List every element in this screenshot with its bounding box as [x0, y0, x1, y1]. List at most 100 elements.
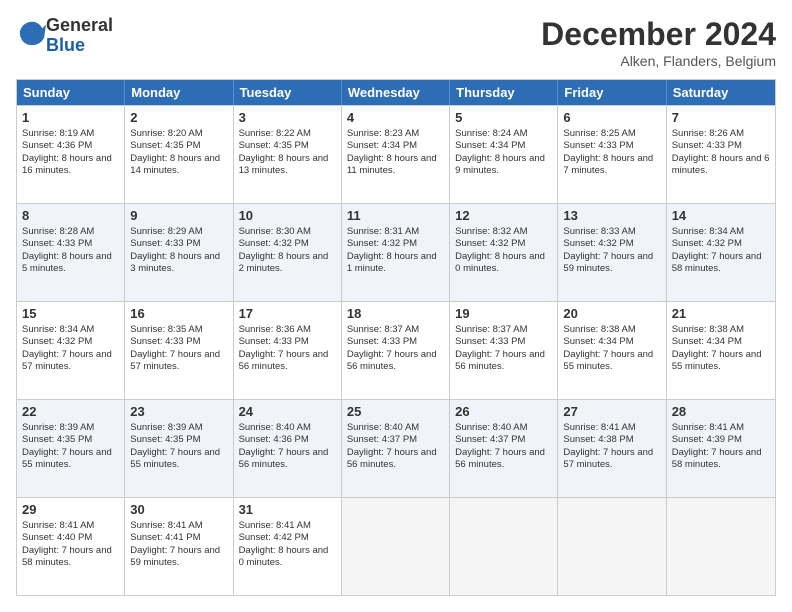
- title-block: December 2024 Alken, Flanders, Belgium: [541, 16, 776, 69]
- day-number: 20: [563, 306, 660, 323]
- day-number: 2: [130, 110, 227, 127]
- day-info: Sunrise: 8:28 AM Sunset: 4:33 PM Dayligh…: [22, 226, 112, 274]
- day-info: Sunrise: 8:29 AM Sunset: 4:33 PM Dayligh…: [130, 226, 220, 274]
- header-saturday: Saturday: [667, 80, 775, 105]
- day-info: Sunrise: 8:41 AM Sunset: 4:40 PM Dayligh…: [22, 520, 112, 568]
- day-number: 31: [239, 502, 336, 519]
- day-info: Sunrise: 8:22 AM Sunset: 4:35 PM Dayligh…: [239, 128, 329, 176]
- day-number: 1: [22, 110, 119, 127]
- day-info: Sunrise: 8:39 AM Sunset: 4:35 PM Dayligh…: [130, 422, 220, 470]
- day-number: 28: [672, 404, 770, 421]
- calendar-cell: 10Sunrise: 8:30 AM Sunset: 4:32 PM Dayli…: [234, 204, 342, 301]
- day-info: Sunrise: 8:34 AM Sunset: 4:32 PM Dayligh…: [22, 324, 112, 372]
- logo-blue: Blue: [46, 35, 85, 55]
- calendar-week-5: 29Sunrise: 8:41 AM Sunset: 4:40 PM Dayli…: [17, 497, 775, 595]
- logo: General Blue: [16, 16, 113, 56]
- calendar-cell: 27Sunrise: 8:41 AM Sunset: 4:38 PM Dayli…: [558, 400, 666, 497]
- calendar-week-3: 15Sunrise: 8:34 AM Sunset: 4:32 PM Dayli…: [17, 301, 775, 399]
- calendar-page: General Blue December 2024 Alken, Flande…: [0, 0, 792, 612]
- day-info: Sunrise: 8:40 AM Sunset: 4:37 PM Dayligh…: [347, 422, 437, 470]
- calendar-cell: 2Sunrise: 8:20 AM Sunset: 4:35 PM Daylig…: [125, 106, 233, 203]
- calendar-week-1: 1Sunrise: 8:19 AM Sunset: 4:36 PM Daylig…: [17, 105, 775, 203]
- day-number: 30: [130, 502, 227, 519]
- day-info: Sunrise: 8:37 AM Sunset: 4:33 PM Dayligh…: [347, 324, 437, 372]
- calendar-cell: 16Sunrise: 8:35 AM Sunset: 4:33 PM Dayli…: [125, 302, 233, 399]
- calendar-cell: 18Sunrise: 8:37 AM Sunset: 4:33 PM Dayli…: [342, 302, 450, 399]
- location: Alken, Flanders, Belgium: [541, 53, 776, 69]
- header-friday: Friday: [558, 80, 666, 105]
- calendar-cell: 17Sunrise: 8:36 AM Sunset: 4:33 PM Dayli…: [234, 302, 342, 399]
- day-number: 24: [239, 404, 336, 421]
- day-info: Sunrise: 8:19 AM Sunset: 4:36 PM Dayligh…: [22, 128, 112, 176]
- calendar-cell: 4Sunrise: 8:23 AM Sunset: 4:34 PM Daylig…: [342, 106, 450, 203]
- day-number: 29: [22, 502, 119, 519]
- calendar-cell: 9Sunrise: 8:29 AM Sunset: 4:33 PM Daylig…: [125, 204, 233, 301]
- day-number: 17: [239, 306, 336, 323]
- calendar-cell: [342, 498, 450, 595]
- day-info: Sunrise: 8:39 AM Sunset: 4:35 PM Dayligh…: [22, 422, 112, 470]
- calendar-cell: 3Sunrise: 8:22 AM Sunset: 4:35 PM Daylig…: [234, 106, 342, 203]
- day-info: Sunrise: 8:41 AM Sunset: 4:38 PM Dayligh…: [563, 422, 653, 470]
- header-monday: Monday: [125, 80, 233, 105]
- day-info: Sunrise: 8:41 AM Sunset: 4:41 PM Dayligh…: [130, 520, 220, 568]
- day-info: Sunrise: 8:40 AM Sunset: 4:36 PM Dayligh…: [239, 422, 329, 470]
- day-info: Sunrise: 8:23 AM Sunset: 4:34 PM Dayligh…: [347, 128, 437, 176]
- calendar-cell: 19Sunrise: 8:37 AM Sunset: 4:33 PM Dayli…: [450, 302, 558, 399]
- day-number: 11: [347, 208, 444, 225]
- day-info: Sunrise: 8:31 AM Sunset: 4:32 PM Dayligh…: [347, 226, 437, 274]
- day-number: 22: [22, 404, 119, 421]
- day-info: Sunrise: 8:41 AM Sunset: 4:42 PM Dayligh…: [239, 520, 329, 568]
- calendar-cell: 14Sunrise: 8:34 AM Sunset: 4:32 PM Dayli…: [667, 204, 775, 301]
- header-sunday: Sunday: [17, 80, 125, 105]
- day-number: 3: [239, 110, 336, 127]
- calendar-cell: 25Sunrise: 8:40 AM Sunset: 4:37 PM Dayli…: [342, 400, 450, 497]
- day-number: 12: [455, 208, 552, 225]
- calendar-cell: 12Sunrise: 8:32 AM Sunset: 4:32 PM Dayli…: [450, 204, 558, 301]
- day-number: 9: [130, 208, 227, 225]
- day-number: 6: [563, 110, 660, 127]
- calendar-cell: [667, 498, 775, 595]
- day-info: Sunrise: 8:34 AM Sunset: 4:32 PM Dayligh…: [672, 226, 762, 274]
- day-info: Sunrise: 8:36 AM Sunset: 4:33 PM Dayligh…: [239, 324, 329, 372]
- header-thursday: Thursday: [450, 80, 558, 105]
- day-number: 23: [130, 404, 227, 421]
- day-number: 13: [563, 208, 660, 225]
- day-info: Sunrise: 8:38 AM Sunset: 4:34 PM Dayligh…: [672, 324, 762, 372]
- day-info: Sunrise: 8:40 AM Sunset: 4:37 PM Dayligh…: [455, 422, 545, 470]
- calendar-cell: 29Sunrise: 8:41 AM Sunset: 4:40 PM Dayli…: [17, 498, 125, 595]
- day-info: Sunrise: 8:20 AM Sunset: 4:35 PM Dayligh…: [130, 128, 220, 176]
- calendar-cell: 6Sunrise: 8:25 AM Sunset: 4:33 PM Daylig…: [558, 106, 666, 203]
- day-number: 19: [455, 306, 552, 323]
- day-number: 21: [672, 306, 770, 323]
- day-number: 18: [347, 306, 444, 323]
- calendar-cell: [450, 498, 558, 595]
- header-wednesday: Wednesday: [342, 80, 450, 105]
- day-number: 16: [130, 306, 227, 323]
- calendar-cell: 5Sunrise: 8:24 AM Sunset: 4:34 PM Daylig…: [450, 106, 558, 203]
- day-number: 26: [455, 404, 552, 421]
- day-info: Sunrise: 8:25 AM Sunset: 4:33 PM Dayligh…: [563, 128, 653, 176]
- calendar-cell: 1Sunrise: 8:19 AM Sunset: 4:36 PM Daylig…: [17, 106, 125, 203]
- day-number: 25: [347, 404, 444, 421]
- calendar-cell: [558, 498, 666, 595]
- calendar-week-4: 22Sunrise: 8:39 AM Sunset: 4:35 PM Dayli…: [17, 399, 775, 497]
- day-info: Sunrise: 8:32 AM Sunset: 4:32 PM Dayligh…: [455, 226, 545, 274]
- calendar-cell: 15Sunrise: 8:34 AM Sunset: 4:32 PM Dayli…: [17, 302, 125, 399]
- calendar: Sunday Monday Tuesday Wednesday Thursday…: [16, 79, 776, 596]
- header-tuesday: Tuesday: [234, 80, 342, 105]
- calendar-week-2: 8Sunrise: 8:28 AM Sunset: 4:33 PM Daylig…: [17, 203, 775, 301]
- calendar-cell: 7Sunrise: 8:26 AM Sunset: 4:33 PM Daylig…: [667, 106, 775, 203]
- calendar-cell: 11Sunrise: 8:31 AM Sunset: 4:32 PM Dayli…: [342, 204, 450, 301]
- calendar-cell: 20Sunrise: 8:38 AM Sunset: 4:34 PM Dayli…: [558, 302, 666, 399]
- day-number: 5: [455, 110, 552, 127]
- logo-text: General Blue: [46, 16, 113, 56]
- logo-general: General: [46, 15, 113, 35]
- calendar-cell: 23Sunrise: 8:39 AM Sunset: 4:35 PM Dayli…: [125, 400, 233, 497]
- calendar-cell: 13Sunrise: 8:33 AM Sunset: 4:32 PM Dayli…: [558, 204, 666, 301]
- header: General Blue December 2024 Alken, Flande…: [16, 16, 776, 69]
- calendar-cell: 22Sunrise: 8:39 AM Sunset: 4:35 PM Dayli…: [17, 400, 125, 497]
- day-number: 10: [239, 208, 336, 225]
- day-number: 14: [672, 208, 770, 225]
- day-info: Sunrise: 8:26 AM Sunset: 4:33 PM Dayligh…: [672, 128, 770, 176]
- day-info: Sunrise: 8:37 AM Sunset: 4:33 PM Dayligh…: [455, 324, 545, 372]
